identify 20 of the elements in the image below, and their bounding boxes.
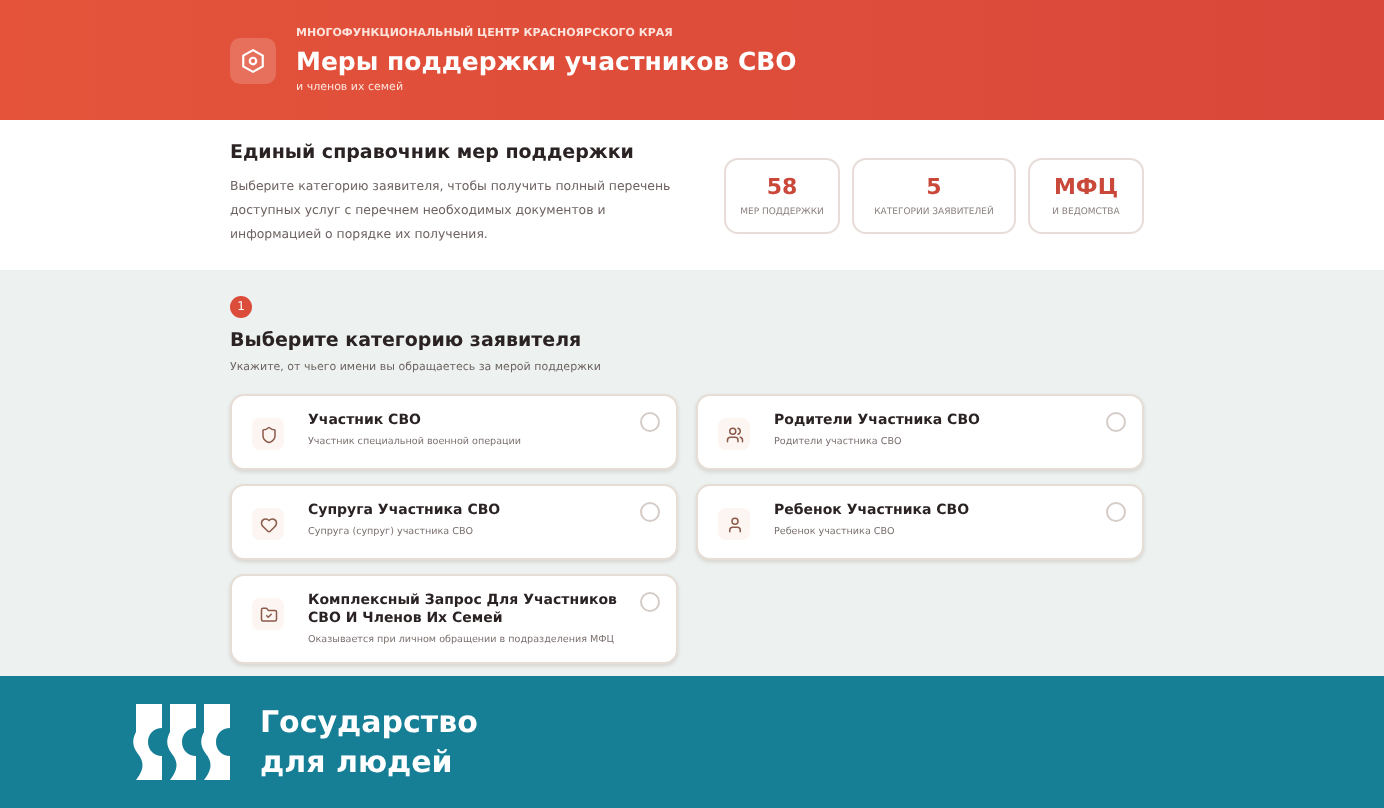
shield-icon	[259, 425, 277, 443]
folder-icon	[259, 605, 277, 623]
radio-button[interactable]	[640, 412, 660, 432]
stat-value: МФЦ	[1053, 173, 1119, 199]
intro-title: Единый справочник мер поддержки	[230, 142, 636, 164]
radio-button[interactable]	[640, 592, 660, 612]
heart-icon	[259, 515, 277, 533]
person-icon	[725, 515, 743, 533]
banner-text: для людей	[260, 742, 455, 782]
page-title: Меры поддержки участников СВО	[296, 45, 797, 75]
radio-button[interactable]	[1106, 412, 1126, 432]
radio-button[interactable]	[640, 502, 660, 522]
step-title: Выберите категорию заявителя	[230, 330, 584, 352]
radio-button[interactable]	[1106, 502, 1126, 522]
stat-value: 5	[926, 173, 942, 199]
banner-logo-icon	[132, 700, 232, 784]
stat-value: 58	[766, 173, 798, 199]
hexagon-logo-icon	[230, 37, 276, 83]
banner-text: Государство	[260, 702, 478, 742]
people-icon	[725, 425, 743, 443]
